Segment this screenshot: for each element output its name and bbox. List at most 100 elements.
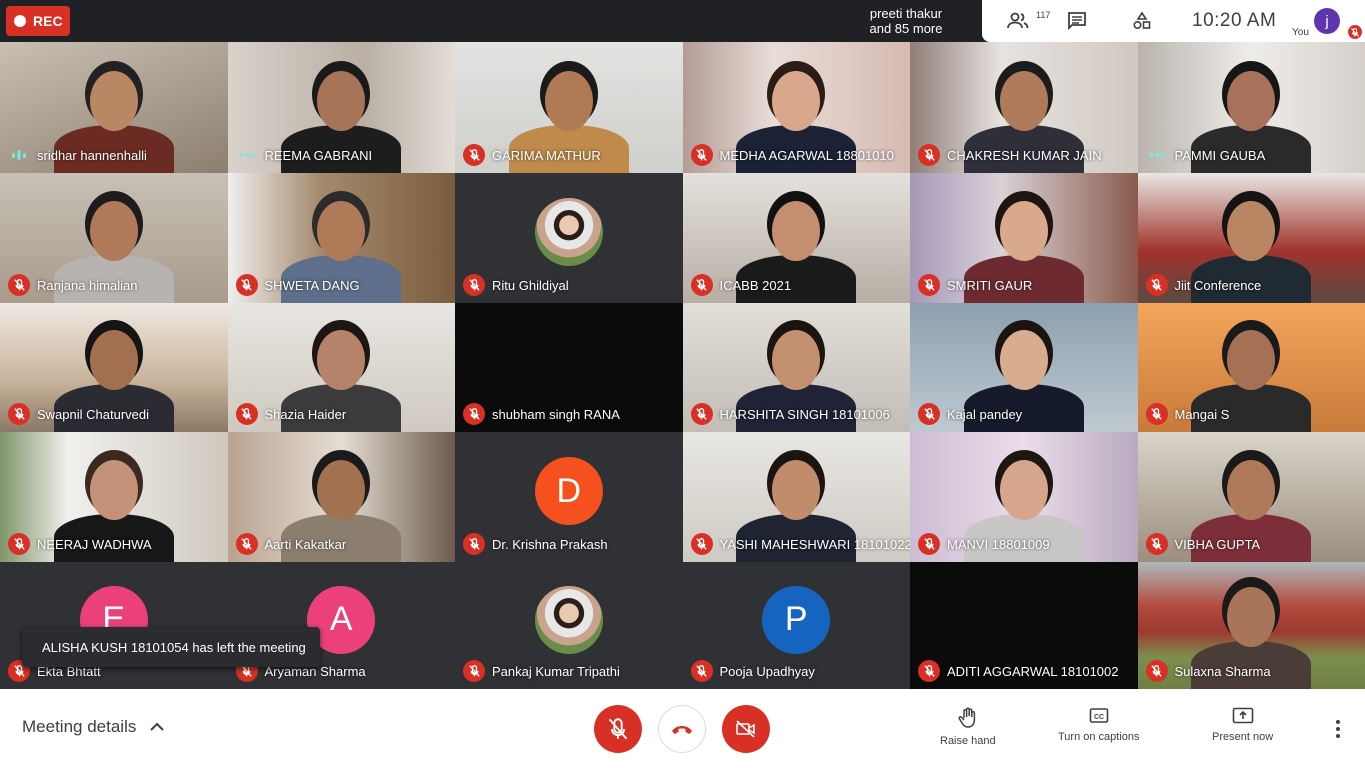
participant-label-row: MANVI 18801009	[918, 533, 1050, 555]
activities-icon	[1133, 11, 1151, 30]
participant-name: shubham singh RANA	[492, 406, 620, 422]
bottom-toolbar: Meeting details Raise hand CC Turn on ca…	[0, 689, 1365, 768]
participant-tile[interactable]: GARIMA MATHUR	[455, 42, 683, 173]
self-initial: j	[1325, 12, 1329, 30]
participant-tile[interactable]: Jiit Conference	[1137, 173, 1365, 303]
participant-label-row: Kajal pandey	[918, 403, 1022, 425]
participant-tile[interactable]: REEMA GABRANI	[227, 42, 455, 173]
mic-off-icon	[235, 403, 258, 425]
mic-off-icon	[463, 403, 485, 425]
participant-tile[interactable]: Ritu Ghildiyal	[455, 173, 683, 303]
toast-text: ALISHA KUSH 18101054 has left the meetin…	[42, 639, 306, 655]
participant-tile[interactable]: HARSHITA SINGH 18101006	[682, 303, 910, 432]
participant-photo-avatar	[534, 585, 603, 654]
audio-dots-icon	[236, 144, 258, 166]
participant-tile[interactable]: CHAKRESH KUMAR JAIN	[910, 42, 1138, 173]
meeting-details-button[interactable]: Meeting details	[22, 717, 165, 737]
present-icon	[1232, 707, 1253, 724]
participant-label-row: Swapnil Chaturvedi	[8, 403, 149, 425]
participant-label-row: VIBHA GUPTA	[1145, 533, 1260, 555]
participant-label-row: MEDHA AGARWAL 18801010	[690, 144, 894, 166]
participant-label-row: Pooja Upadhyay	[690, 660, 815, 682]
captions-label: Turn on captions	[1058, 731, 1140, 743]
participant-tile[interactable]: Sulaxna Sharma	[1137, 562, 1365, 689]
participant-tile[interactable]: Pankaj Kumar Tripathi	[455, 562, 683, 689]
mic-off-icon	[235, 533, 258, 555]
mic-off-icon	[918, 533, 940, 555]
participant-label-row: Aarti Kakatkar	[235, 533, 346, 555]
participant-name: Dr. Krishna Prakash	[492, 536, 608, 552]
mic-off-icon	[608, 718, 628, 740]
participant-label-row: Ranjana himalian	[8, 274, 137, 296]
mic-off-icon	[918, 144, 940, 166]
participant-tile[interactable]: ICABB 2021	[682, 173, 910, 303]
participant-tile[interactable]: Mangai S	[1137, 303, 1365, 432]
participant-tile[interactable]: Aarti Kakatkar	[227, 432, 455, 562]
participant-avatar: D	[534, 457, 603, 525]
present-now-button[interactable]: Present now	[1212, 707, 1273, 743]
participant-tile[interactable]: SMRITI GAUR	[910, 173, 1138, 303]
record-dot-icon	[14, 15, 26, 27]
participant-label-row: HARSHITA SINGH 18101006	[690, 403, 890, 425]
mic-off-icon	[690, 403, 713, 425]
mic-off-icon	[235, 274, 258, 296]
chat-button[interactable]	[1062, 0, 1092, 42]
participant-tile[interactable]: Swapnil Chaturvedi	[0, 303, 228, 432]
participant-name: ADITI AGGARWAL 18101002	[947, 663, 1119, 679]
participant-tile[interactable]: NEERAJ WADHWA	[0, 432, 228, 562]
raise-hand-button[interactable]: Raise hand	[940, 707, 996, 747]
presenter-name: preeti thakur	[869, 6, 943, 21]
audio-dots-icon	[1146, 144, 1168, 166]
mic-off-icon	[463, 533, 485, 555]
participant-name: REEMA GABRANI	[264, 147, 373, 163]
recording-indicator[interactable]: REC	[6, 6, 70, 36]
participant-tile[interactable]: Shazia Haider	[227, 303, 455, 432]
participant-name: SMRITI GAUR	[947, 277, 1033, 293]
participant-name: Swapnil Chaturvedi	[37, 406, 150, 422]
activities-button[interactable]	[1127, 0, 1157, 42]
participant-tile[interactable]: ADITI AGGARWAL 18101002	[910, 562, 1138, 689]
camera-toggle-button[interactable]	[722, 705, 770, 753]
self-avatar[interactable]: j	[1314, 8, 1340, 34]
participant-tile[interactable]: sridhar hannenhalli	[0, 42, 228, 173]
participant-avatar: P	[762, 585, 831, 654]
mic-off-icon	[1145, 533, 1168, 555]
participant-name: NEERAJ WADHWA	[37, 536, 152, 552]
captions-button[interactable]: CC Turn on captions	[1058, 707, 1140, 743]
participant-tile[interactable]: D Dr. Krishna Prakash	[455, 432, 683, 562]
participant-tile[interactable]: P Pooja Upadhyay	[682, 562, 910, 689]
participant-tile[interactable]: YASHI MAHESHWARI 18101022	[682, 432, 911, 562]
participant-tile[interactable]: PAMMI GAUBA	[1137, 42, 1365, 173]
leave-call-button[interactable]	[658, 705, 706, 753]
participant-tile[interactable]: Ranjana himalian	[0, 173, 228, 303]
people-button[interactable]: 117	[998, 0, 1050, 42]
participant-tile[interactable]: MEDHA AGARWAL 18801010	[682, 42, 910, 173]
participant-label-row: CHAKRESH KUMAR JAIN	[918, 144, 1102, 166]
mic-off-icon	[8, 533, 30, 555]
participant-name: Pooja Upadhyay	[719, 663, 815, 679]
participant-label-row: ADITI AGGARWAL 18101002	[918, 660, 1119, 682]
mic-toggle-button[interactable]	[594, 705, 642, 753]
participant-name: SHWETA DANG	[264, 277, 360, 293]
notification-toast: ALISHA KUSH 18101054 has left the meetin…	[22, 627, 320, 667]
participant-tile[interactable]: VIBHA GUPTA	[1137, 432, 1365, 562]
more-options-button[interactable]	[1328, 717, 1348, 741]
hang-up-icon	[672, 726, 692, 734]
more-dot	[1336, 734, 1340, 738]
mic-off-icon	[690, 533, 713, 555]
participant-tile[interactable]: MANVI 18801009	[910, 432, 1138, 562]
participant-tile[interactable]: SHWETA DANG	[227, 173, 455, 303]
participant-label-row: shubham singh RANA	[463, 403, 620, 425]
more-dot	[1336, 720, 1340, 724]
mic-off-icon	[918, 660, 940, 682]
participant-tile[interactable]: E Ekta Bhtatt	[0, 562, 228, 689]
captions-icon: CC	[1089, 708, 1109, 723]
participant-tile[interactable]: shubham singh RANA	[455, 303, 683, 432]
clock-time: 10:20 AM	[1192, 10, 1277, 31]
participant-name: YASHI MAHESHWARI 18101022	[719, 536, 911, 552]
participant-tile[interactable]: Kajal pandey	[910, 303, 1138, 432]
participant-tile[interactable]: A Aryaman Sharma	[227, 562, 455, 689]
participant-label-row: NEERAJ WADHWA	[8, 533, 152, 555]
participant-label-row: ICABB 2021	[690, 274, 791, 296]
participant-name: CHAKRESH KUMAR JAIN	[947, 147, 1102, 163]
